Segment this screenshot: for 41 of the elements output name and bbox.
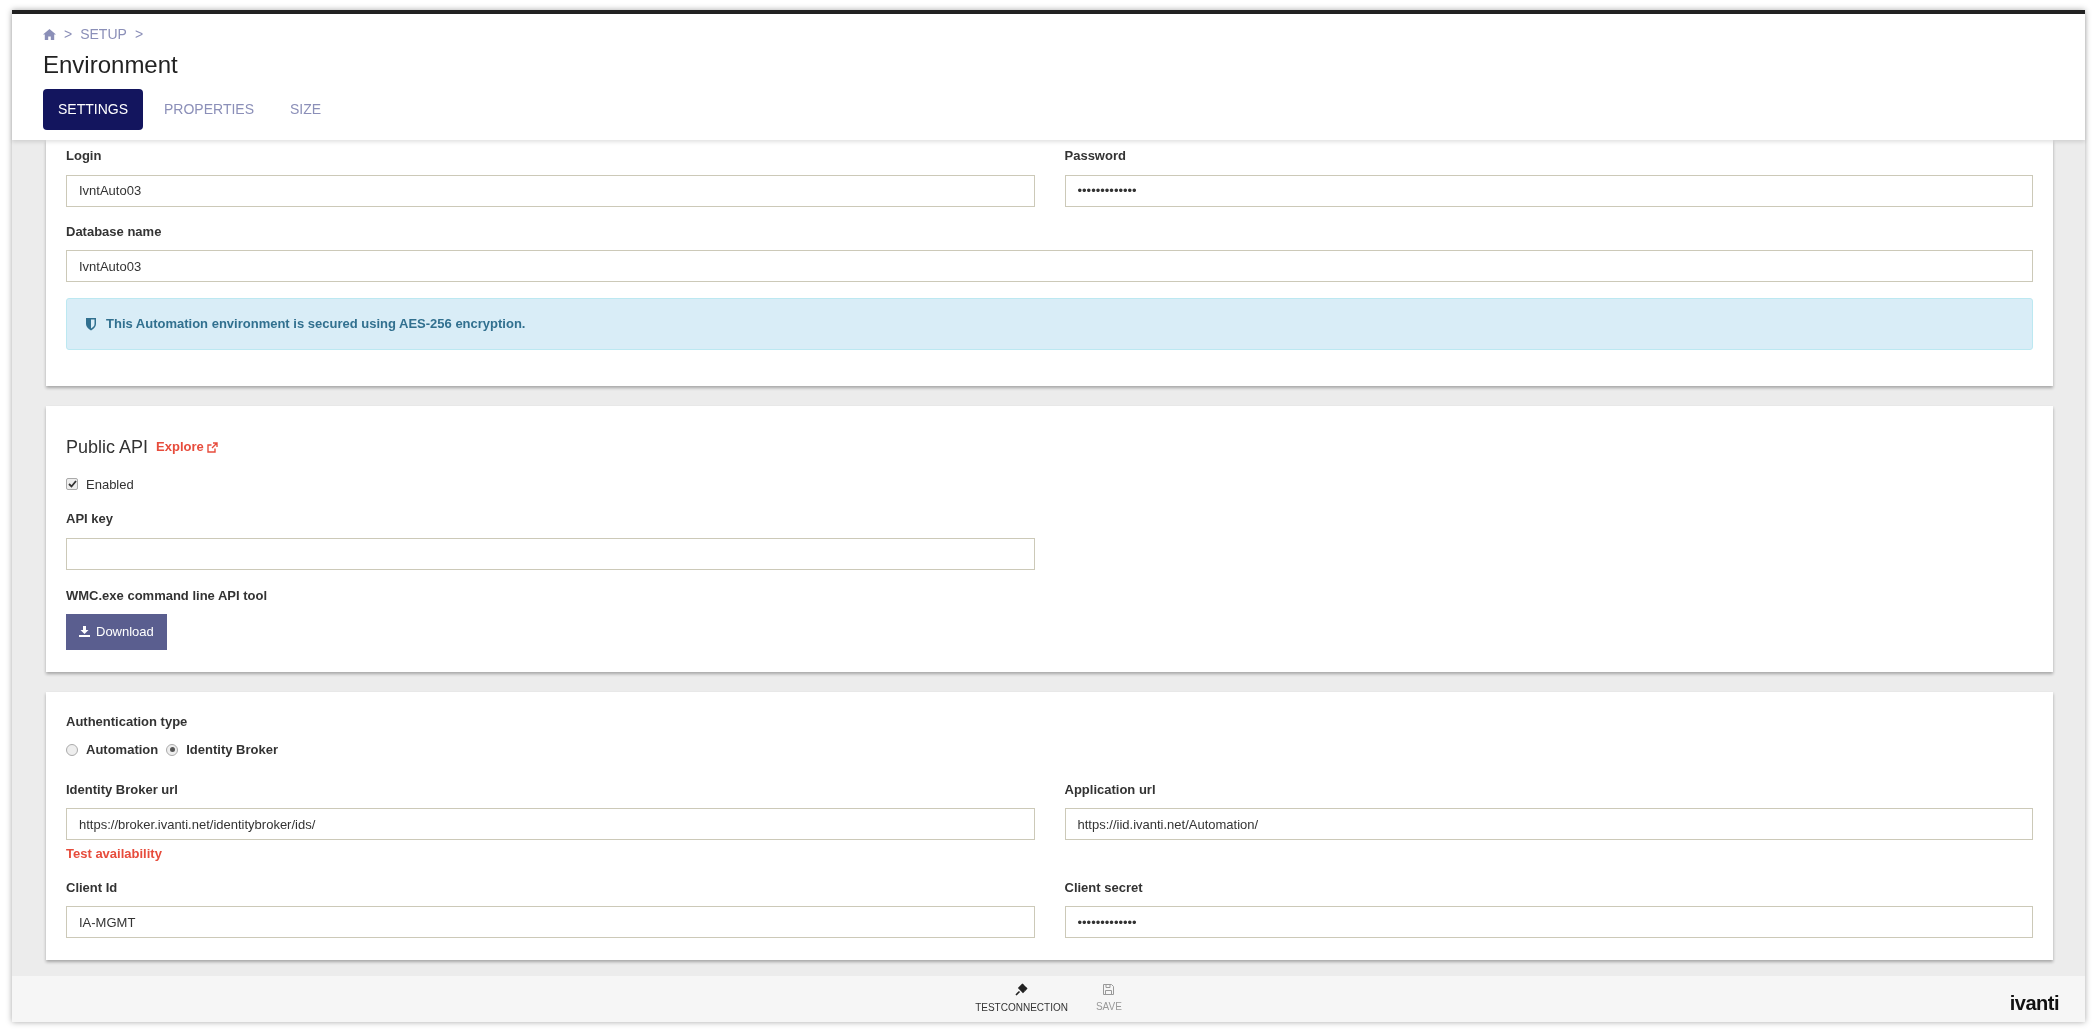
radio-label: Identity Broker [186, 741, 278, 759]
page-title: Environment [43, 50, 179, 80]
field-label: WMC.exe command line API tool [66, 586, 268, 605]
shield-icon [85, 316, 97, 331]
home-icon[interactable] [43, 29, 56, 40]
radio-button[interactable] [66, 743, 78, 756]
input-field[interactable]: IvntAuto03 [66, 174, 1035, 207]
radio-button[interactable] [166, 743, 179, 756]
checkbox[interactable] [66, 478, 78, 491]
checkbox-label: Enabled [86, 475, 134, 494]
input-field[interactable]: ••••••••••••• [1064, 906, 2033, 938]
external-link-icon [207, 442, 219, 454]
field-label: Client secret [1064, 878, 1143, 897]
notice-text: This Automation environment is secured using AES-256 encryption. [106, 315, 526, 333]
plug-icon [1015, 983, 1029, 996]
explore-link[interactable]: Explore [156, 437, 219, 457]
section-title: Public API [66, 435, 149, 459]
breadcrumb-separator: > [134, 25, 144, 44]
input-field[interactable]: ••••••••••••• [1064, 174, 2033, 207]
input-field[interactable]: IA-MGMT [66, 906, 1035, 938]
breadcrumb-separator: > [64, 25, 73, 44]
input-field[interactable]: https://iid.ivanti.net/Automation/ [1064, 808, 2033, 840]
field-label: Password [1064, 147, 1126, 165]
field-label: Application url [1064, 780, 1156, 799]
field-label: API key [66, 510, 113, 528]
toolbar-button[interactable]: TESTCONNECTION [961, 983, 1082, 1015]
input-field[interactable]: IvntAuto03 [66, 250, 2033, 282]
radio-label: Automation [86, 741, 159, 759]
field-label: Database name [66, 222, 162, 241]
input-field[interactable] [66, 537, 1035, 570]
field-label: Identity Broker url [66, 780, 178, 799]
ivanti-logo: ivanti [2009, 991, 2059, 1016]
field-label: Authentication type [66, 712, 188, 731]
download-button[interactable]: Download [66, 614, 167, 650]
field-label: Client Id [66, 878, 118, 897]
tab[interactable]: SETTINGS [43, 89, 143, 130]
save-icon [1103, 984, 1115, 995]
download-icon [79, 626, 90, 638]
input-field[interactable]: https://broker.ivanti.net/identitybroker/ids/ [66, 808, 1035, 840]
field-label: Login [66, 147, 102, 165]
test-availability-link[interactable]: Test availability [66, 844, 162, 864]
